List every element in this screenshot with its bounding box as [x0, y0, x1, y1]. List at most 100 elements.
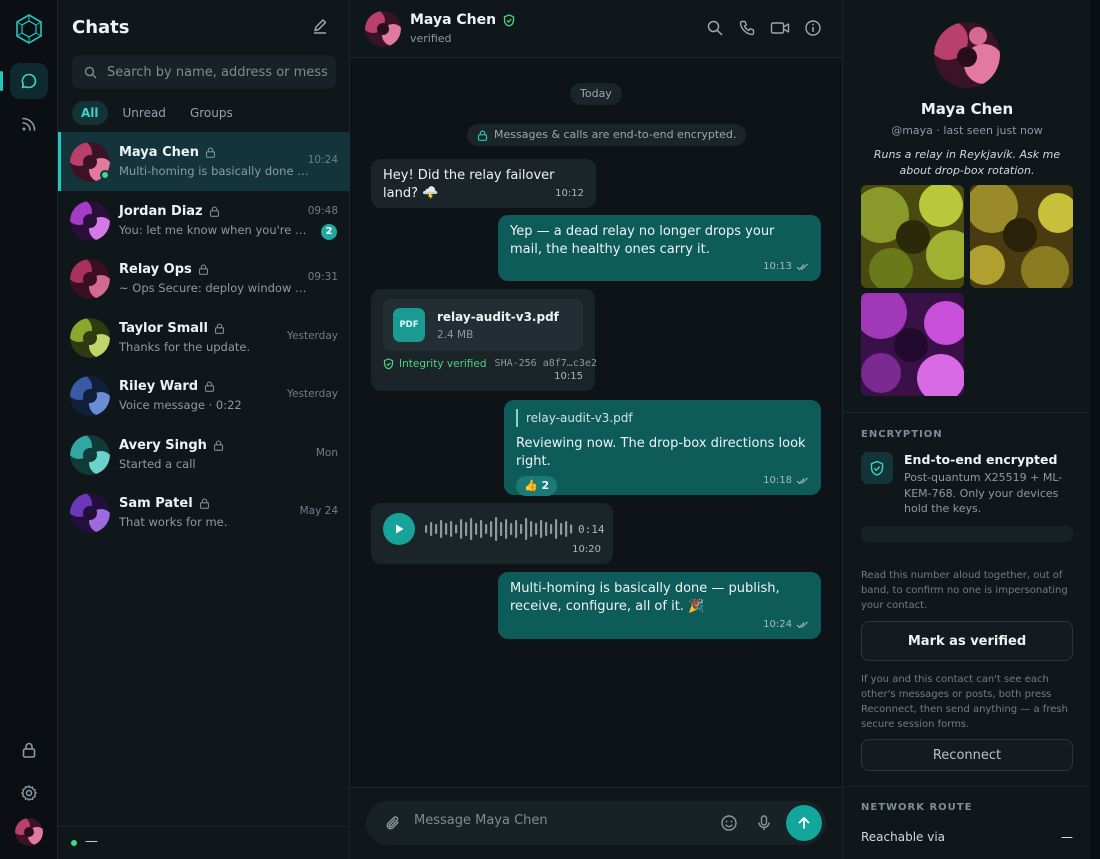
- rail-chats-button[interactable]: [0, 63, 48, 99]
- waveform-bar: [475, 523, 478, 535]
- waveform-bar: [460, 519, 463, 539]
- chat-preview: Voice message · 0:22: [119, 398, 242, 412]
- my-avatar[interactable]: [15, 818, 43, 846]
- shared-media-thumbnail[interactable]: [861, 293, 964, 396]
- compose-icon[interactable]: [311, 18, 329, 36]
- chat-name: Maya Chen: [119, 145, 199, 160]
- phone-icon[interactable]: [738, 19, 756, 37]
- filter-groups[interactable]: Groups: [181, 101, 242, 125]
- double-check-icon: [796, 477, 808, 485]
- play-icon: [396, 524, 404, 534]
- encryption-section-title: ENCRYPTION: [861, 429, 943, 440]
- waveform-bar: [425, 525, 428, 533]
- chat-name-row: Sam Patel: [119, 496, 210, 511]
- video-camera-icon[interactable]: [770, 19, 790, 37]
- e2e-notice: Messages & calls are end-to-end encrypte…: [467, 124, 747, 146]
- waveform-bar: [470, 518, 473, 540]
- reconnect-note: If you and this contact can't see each o…: [861, 674, 1068, 730]
- chat-avatar: [70, 434, 110, 475]
- microphone-icon[interactable]: [755, 814, 773, 832]
- double-check-icon: [796, 263, 808, 271]
- lock-icon: [209, 206, 219, 217]
- divider: [843, 412, 1090, 413]
- rss-feed-icon: [22, 117, 36, 131]
- reply-quote[interactable]: relay-audit-v3.pdf: [516, 409, 809, 427]
- chat-item[interactable]: Relay Ops ~ Ops Secure: deploy window co.…: [58, 249, 350, 308]
- play-button[interactable]: [383, 513, 415, 545]
- nav-rail: [0, 0, 58, 859]
- chat-name-row: Maya Chen: [119, 145, 216, 160]
- chat-item[interactable]: Maya Chen Multi-homing is basically done …: [58, 132, 350, 191]
- chat-name-row: Relay Ops: [119, 262, 209, 277]
- search-icon[interactable]: [706, 19, 724, 37]
- reconnect-button[interactable]: Reconnect: [861, 739, 1073, 771]
- chat-name-row: Taylor Small: [119, 321, 225, 336]
- message-outgoing-reply[interactable]: relay-audit-v3.pdf Reviewing now. The dr…: [504, 400, 821, 496]
- waveform-bar: [550, 524, 553, 534]
- waveform-bar: [545, 522, 548, 536]
- mark-verified-button[interactable]: Mark as verified: [861, 621, 1073, 661]
- message-incoming[interactable]: Hey! Did the relay failover land? 🌩️ 10:…: [371, 159, 596, 208]
- message-time: 10:24: [763, 616, 809, 634]
- info-icon[interactable]: [804, 19, 822, 37]
- status-text: —: [85, 834, 98, 849]
- unread-badge: 2: [321, 223, 337, 240]
- connection-status: —: [58, 826, 350, 859]
- message-input[interactable]: [414, 813, 704, 828]
- filter-unread[interactable]: Unread: [114, 101, 175, 125]
- contact-avatar-large[interactable]: [934, 22, 1000, 88]
- waveform-bar: [480, 520, 483, 538]
- paperclip-icon[interactable]: [384, 814, 402, 832]
- emoji-icon[interactable]: [720, 814, 738, 832]
- contact-bio: Runs a relay in Reykjavík. Ask me about …: [873, 148, 1061, 177]
- divider: [843, 786, 1090, 787]
- contact-avatar[interactable]: [365, 11, 401, 47]
- chat-search[interactable]: [72, 55, 336, 89]
- encryption-badge: [861, 452, 893, 484]
- message-time: 10:18: [763, 472, 809, 490]
- chat-item[interactable]: Avery Singh Started a call Mon: [58, 425, 350, 484]
- contact-name: Maya Chen: [410, 12, 497, 28]
- message-text: Yep — a dead relay no longer drops your …: [510, 224, 775, 257]
- chat-preview: Multi-homing is basically done 🎉: [119, 164, 309, 178]
- waveform-bar: [540, 520, 543, 538]
- message-outgoing[interactable]: Yep — a dead relay no longer drops your …: [498, 215, 821, 281]
- message-text: Hey! Did the relay failover land? 🌩️: [383, 168, 555, 201]
- shared-media-thumbnail[interactable]: [861, 185, 964, 288]
- message-outgoing[interactable]: Multi-homing is basically done — publish…: [498, 572, 821, 639]
- message-file-incoming[interactable]: PDF relay-audit-v3.pdf 2.4 MB Integrity …: [371, 289, 597, 391]
- arrow-up-icon: [798, 817, 810, 829]
- filter-all[interactable]: All: [72, 101, 108, 125]
- chat-item[interactable]: Jordan Diaz You: let me know when you're …: [58, 191, 350, 250]
- shared-media-thumbnail[interactable]: [970, 185, 1073, 288]
- app-window: Chats All Unread Groups Maya Chen Multi-h…: [0, 0, 1100, 859]
- file-attachment[interactable]: PDF relay-audit-v3.pdf 2.4 MB: [383, 299, 583, 351]
- message-text: Reviewing now. The drop-box directions l…: [516, 436, 806, 469]
- reaction-badge[interactable]: 👍 2: [516, 476, 558, 496]
- voice-waveform[interactable]: [425, 515, 573, 543]
- chat-avatar: [70, 200, 110, 241]
- chat-time: May 24: [299, 505, 338, 517]
- rail-settings-button[interactable]: [10, 775, 48, 811]
- contact-name: Maya Chen: [920, 100, 1014, 118]
- rail-feeds-button[interactable]: [10, 106, 48, 142]
- lock-icon: [205, 381, 215, 392]
- message-time: 10:12: [555, 188, 584, 199]
- message-voice-incoming: 0:14 10:20: [371, 503, 613, 564]
- pdf-file-icon: PDF: [393, 308, 425, 342]
- safety-number-box: [861, 526, 1073, 542]
- rail-lock-button[interactable]: [10, 732, 48, 768]
- waveform-bar: [485, 524, 488, 534]
- chat-list: Maya Chen Multi-homing is basically done …: [58, 132, 350, 542]
- chat-item[interactable]: Sam Patel That works for me. May 24: [58, 483, 350, 542]
- chat-preview: That works for me.: [119, 515, 228, 529]
- lock-icon: [205, 147, 216, 158]
- search-input[interactable]: [107, 64, 327, 80]
- chat-item[interactable]: Riley Ward Voice message · 0:22 Yesterday: [58, 366, 350, 425]
- waveform-bar: [430, 522, 433, 536]
- send-button[interactable]: [786, 805, 822, 841]
- chat-item[interactable]: Taylor Small Thanks for the update. Yester…: [58, 308, 350, 367]
- message-time: 10:13: [763, 258, 809, 276]
- conversation-header: Maya Chen verified: [350, 0, 842, 58]
- message-text: Multi-homing is basically done — publish…: [510, 581, 780, 614]
